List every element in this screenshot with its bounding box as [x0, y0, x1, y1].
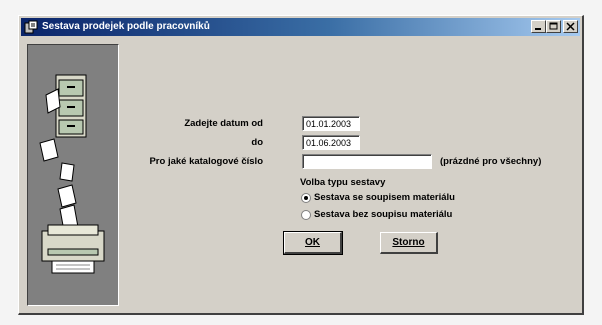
date-from-field[interactable]: 01.01.2003	[302, 116, 360, 131]
maximize-icon[interactable]	[546, 20, 561, 33]
minimize-icon[interactable]	[531, 20, 546, 33]
ok-button[interactable]: OK	[283, 231, 343, 255]
window-title: Sestava prodejek podle pracovníků	[42, 21, 210, 32]
radio-label: Sestava se soupisem materiálu	[314, 192, 455, 203]
catalog-number-label: Pro jaké katalogové číslo	[149, 156, 263, 167]
radio-button[interactable]	[301, 192, 311, 203]
app-icon	[24, 20, 38, 34]
date-to-label: do	[251, 137, 263, 148]
report-type-heading: Volba typu sestavy	[300, 177, 386, 188]
date-from-label: Zadejte datum od	[184, 118, 263, 129]
radio-label: Sestava bez soupisu materiálu	[314, 209, 453, 220]
date-to-field[interactable]: 01.06.2003	[302, 135, 360, 150]
filing-cabinet-printer-illustration	[27, 44, 119, 306]
catalog-number-field[interactable]	[302, 154, 432, 169]
report-type-option-without-materials[interactable]: Sestava bez soupisu materiálu	[301, 209, 452, 220]
radio-button[interactable]	[301, 209, 311, 220]
report-type-option-with-materials[interactable]: Sestava se soupisem materiálu	[301, 192, 455, 203]
catalog-number-hint: (prázdné pro všechny)	[440, 156, 542, 167]
title-bar[interactable]: Sestava prodejek podle pracovníků	[21, 18, 580, 36]
window-controls	[531, 20, 578, 33]
dialog-window: Sestava prodejek podle pracovníků Zadejt…	[18, 15, 584, 315]
cancel-button[interactable]: Storno	[380, 232, 438, 254]
close-icon[interactable]	[563, 20, 578, 33]
